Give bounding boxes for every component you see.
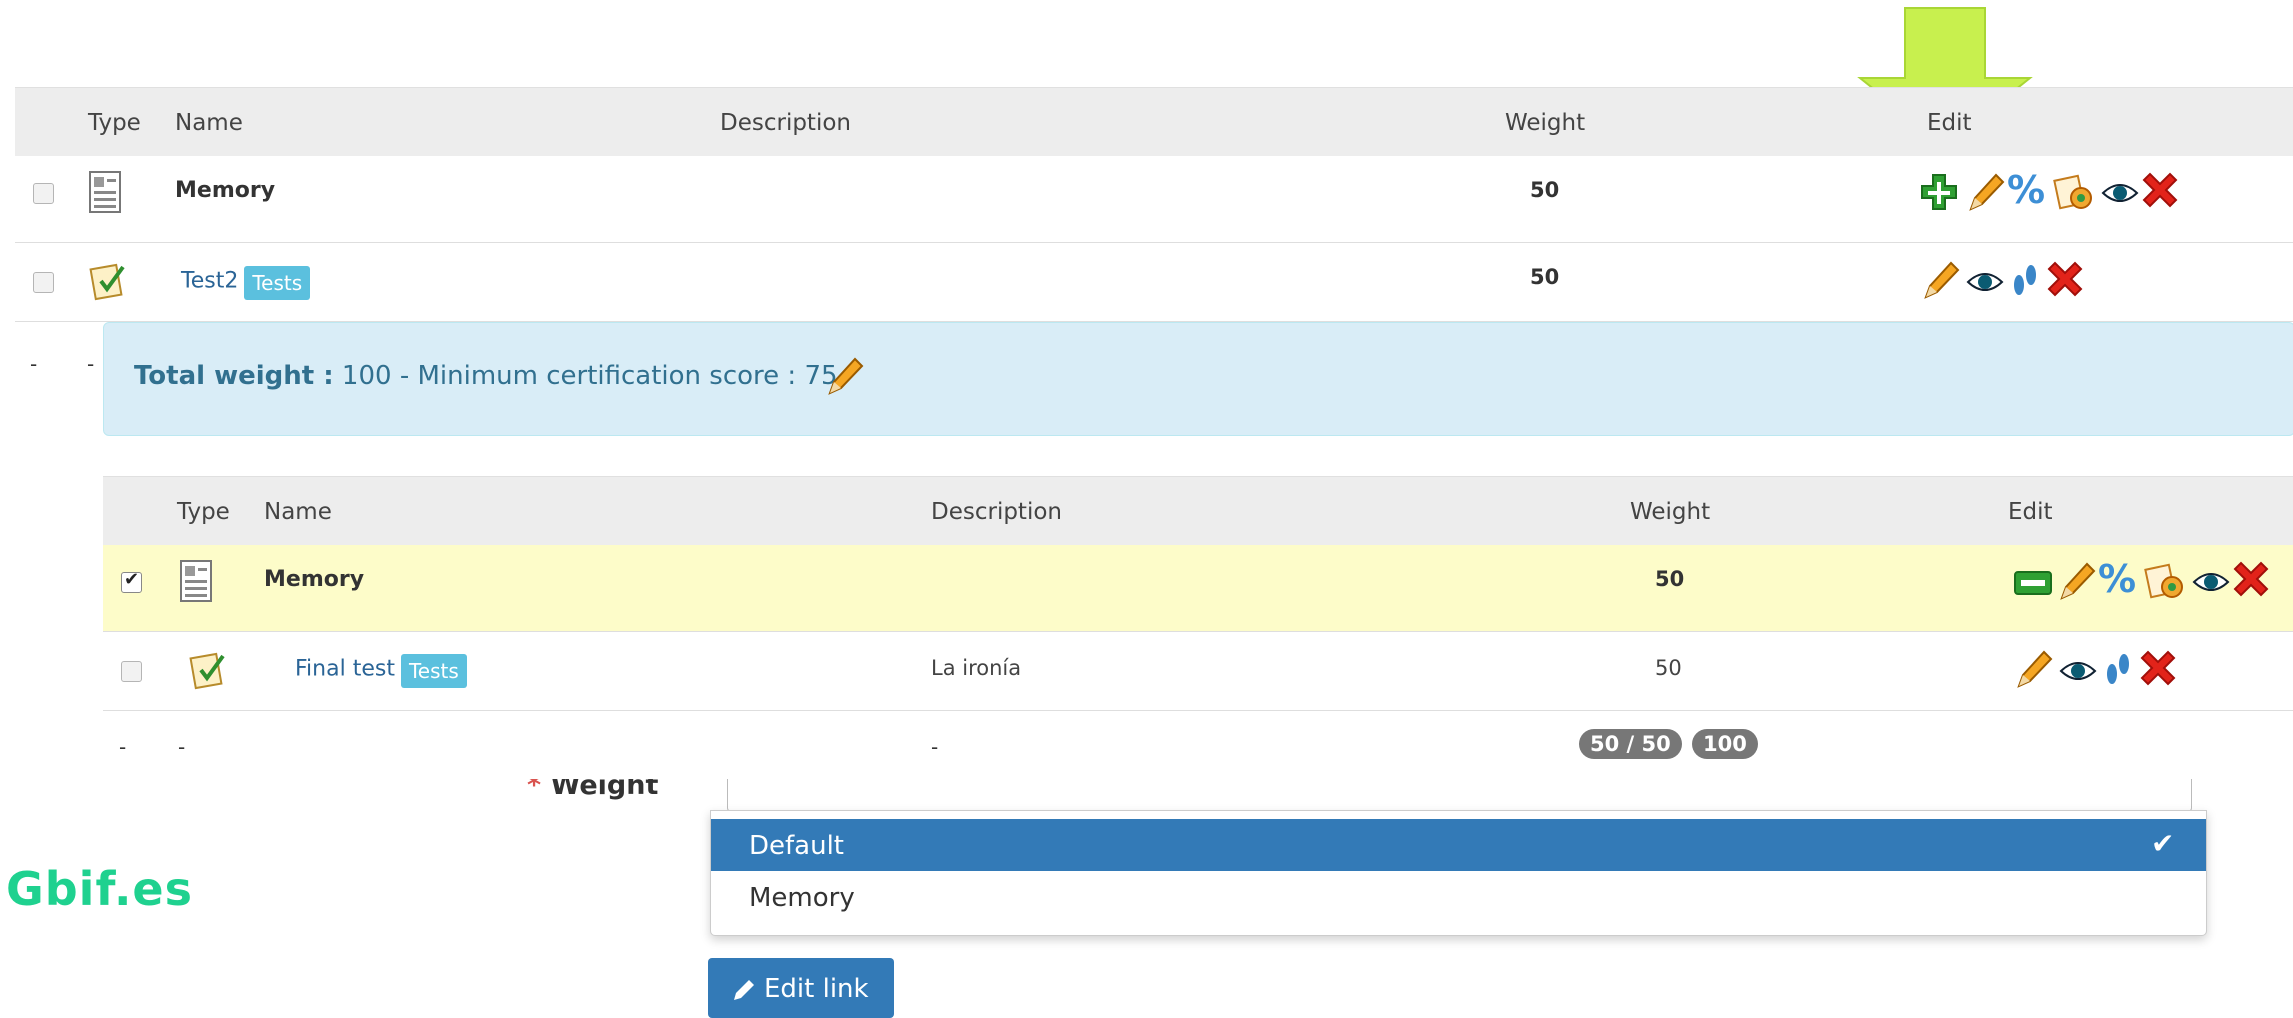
col-weight: Weight (1630, 499, 1711, 525)
row-name[interactable]: Test2 Tests (181, 266, 311, 300)
dropdown-option-memory[interactable]: Memory (711, 873, 2206, 925)
select-dropdown-menu: Default ✔ Memory (710, 810, 2207, 936)
edit-pencil-icon[interactable] (1920, 259, 1960, 301)
footer-description: - (931, 735, 939, 759)
col-description: Description (720, 110, 851, 136)
score-badge: 50 / 50 (1579, 729, 1682, 759)
view-eye-icon[interactable] (2101, 180, 2139, 206)
document-icon (180, 560, 212, 602)
col-description: Description (931, 499, 1062, 525)
edit-link-button[interactable]: Edit link (708, 958, 894, 1018)
footer-type: - (30, 352, 38, 376)
edit-pencil-icon[interactable] (1965, 171, 2005, 213)
table1-footer: - - (15, 322, 105, 400)
col-name: Name (175, 110, 243, 136)
footprints-icon[interactable] (2103, 650, 2133, 690)
row-name: Memory (175, 178, 276, 203)
edit-pencil-icon[interactable] (2056, 560, 2096, 602)
total-badge: 100 (1692, 729, 1758, 759)
col-type: Type (177, 499, 230, 525)
table-row-selected: ✔ Memory 50 % (103, 545, 2293, 632)
row-weight: 50 (1530, 265, 1560, 289)
delete-icon[interactable] (2140, 170, 2180, 210)
row-checkbox[interactable] (121, 661, 142, 682)
row-checkbox-checked[interactable]: ✔ (121, 569, 142, 593)
row-checkbox[interactable] (33, 272, 54, 293)
total-weight-value: 100 - Minimum certification score : 75 (341, 361, 838, 391)
check-icon: ✔ (2151, 827, 2175, 860)
table-row: Final test Tests La ironía 50 (103, 632, 2293, 711)
row-weight: 50 (1530, 178, 1560, 202)
test-clipboard-icon (89, 263, 125, 301)
row-description: La ironía (931, 656, 1022, 680)
table-row: Test2 Tests 50 (15, 243, 2293, 322)
view-eye-icon[interactable] (1966, 269, 2004, 295)
col-edit: Edit (1927, 110, 1972, 136)
document-icon (89, 171, 121, 213)
gbif-logo: Gbif.es (6, 862, 194, 916)
edit-pencil-icon[interactable] (2013, 648, 2053, 690)
delete-icon[interactable] (2138, 648, 2178, 688)
table2-header: Type Name Description Weight Edit (103, 476, 2293, 546)
delete-icon[interactable] (2231, 559, 2271, 599)
total-weight-label: Total weight : (134, 361, 334, 391)
total-weight-info: Total weight : 100 - Minimum certificati… (103, 322, 2293, 436)
test-clipboard-icon (189, 652, 225, 690)
footer-name: - (178, 735, 186, 759)
row-weight: 50 (1655, 656, 1682, 680)
view-eye-icon[interactable] (2059, 658, 2097, 684)
tests-tag: Tests (400, 654, 467, 688)
edit-score-pencil-icon[interactable] (824, 355, 864, 397)
col-name: Name (264, 499, 332, 525)
row-weight: 50 (1655, 567, 1685, 591)
row-checkbox[interactable] (33, 183, 54, 204)
row-name: Memory (264, 567, 365, 592)
add-icon[interactable] (1920, 173, 1960, 213)
table2-footer: - - - 50 / 50 100 (103, 711, 2293, 779)
dropdown-option-default[interactable]: Default ✔ (711, 819, 2206, 871)
view-eye-icon[interactable] (2192, 569, 2230, 595)
tests-tag: Tests (244, 266, 311, 300)
certificate-icon[interactable] (2053, 174, 2095, 212)
pencil-icon (734, 980, 754, 1000)
collapse-minus-icon[interactable] (2013, 569, 2053, 599)
col-type: Type (88, 110, 141, 136)
col-weight: Weight (1505, 110, 1586, 136)
percent-icon[interactable]: % (2007, 168, 2045, 212)
footer-type: - (119, 735, 127, 759)
row-name[interactable]: Final test Tests (295, 654, 467, 688)
table-row: Memory 50 % (15, 156, 2293, 243)
delete-icon[interactable] (2045, 259, 2085, 299)
footer-name: - (87, 352, 95, 376)
certificate-icon[interactable] (2144, 563, 2186, 601)
percent-icon[interactable]: % (2098, 557, 2136, 601)
footprints-icon[interactable] (2010, 261, 2040, 301)
table1-header: Type Name Description Weight Edit (15, 87, 2293, 157)
col-edit: Edit (2008, 499, 2053, 525)
